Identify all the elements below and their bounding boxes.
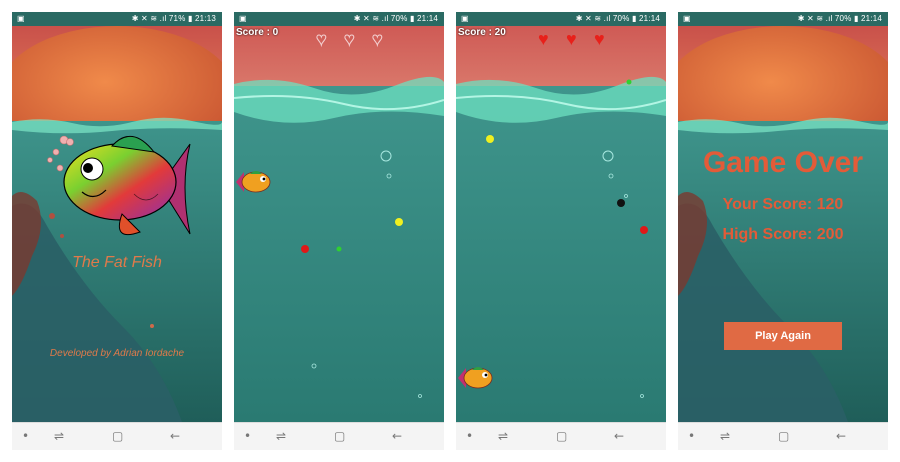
heart-outline-icon: ♥ bbox=[372, 29, 384, 49]
recent-apps-icon[interactable]: ⇌ bbox=[54, 429, 64, 443]
notification-icon: ▣ bbox=[17, 14, 25, 23]
status-indicators: ✱ ✕ ≋ .ıl 70% ▮ 21:14 bbox=[797, 14, 882, 23]
notification-icon: ▣ bbox=[683, 14, 691, 23]
green-ball bbox=[626, 79, 632, 85]
back-icon[interactable]: ← bbox=[614, 429, 624, 443]
game-background bbox=[456, 26, 666, 422]
game-canvas[interactable]: Score : 0 ♥ ♥ ♥ bbox=[234, 26, 444, 422]
fat-fish-logo bbox=[47, 135, 191, 236]
game-over-title: Game Over bbox=[702, 146, 864, 179]
game-background bbox=[234, 26, 444, 422]
status-indicators: ✱ ✕ ≋ .ıl 70% ▮ 21:14 bbox=[353, 14, 438, 23]
recent-apps-icon[interactable]: ⇌ bbox=[720, 429, 730, 443]
heart-icon: ♥ bbox=[594, 29, 605, 49]
score-display: Score : 0 bbox=[236, 27, 279, 38]
home-icon[interactable]: ▢ bbox=[112, 429, 123, 443]
developer-credit: Developed by Adrian Iordache bbox=[49, 348, 185, 359]
red-ball bbox=[301, 245, 309, 253]
back-icon[interactable]: ← bbox=[392, 429, 402, 443]
score-display: Score : 20 bbox=[458, 27, 506, 38]
play-again-button[interactable]: Play Again bbox=[724, 322, 842, 350]
heart-icon: ♥ bbox=[538, 29, 549, 49]
heart-icon: ♥ bbox=[566, 29, 577, 49]
android-nav-bar: • ⇌ ▢ ← bbox=[456, 422, 666, 450]
heart-outline-icon: ♥ bbox=[344, 29, 356, 49]
status-bar: ▣ ✱ ✕ ≋ .ıl 71% ▮ 21:13 bbox=[12, 12, 222, 26]
nav-dot-icon[interactable]: • bbox=[688, 429, 695, 443]
game-over-background bbox=[678, 26, 888, 422]
android-nav-bar: • ⇌ ▢ ← bbox=[12, 422, 222, 450]
green-ball bbox=[336, 246, 342, 252]
status-bar: ▣ ✱ ✕ ≋ .ıl 70% ▮ 21:14 bbox=[234, 12, 444, 26]
home-icon[interactable]: ▢ bbox=[556, 429, 567, 443]
back-icon[interactable]: ← bbox=[836, 429, 846, 443]
gameplay-phone-start: ▣ ✱ ✕ ≋ .ıl 70% ▮ 21:14 Score: 0 ♥ ♥ ♥ … bbox=[234, 12, 444, 450]
notification-icon: ▣ bbox=[239, 14, 247, 23]
status-bar: ▣ ✱ ✕ ≋ .ıl 70% ▮ 21:14 bbox=[456, 12, 666, 26]
nav-dot-icon[interactable]: • bbox=[22, 429, 29, 443]
nav-dot-icon[interactable]: • bbox=[466, 429, 473, 443]
yellow-ball bbox=[486, 135, 494, 143]
game-over-phone: ▣ ✱ ✕ ≋ .ıl 70% ▮ 21:14 Game Over Your S… bbox=[678, 12, 888, 450]
recent-apps-icon[interactable]: ⇌ bbox=[276, 429, 286, 443]
your-score-text: Your Score: 120 bbox=[722, 196, 844, 213]
status-indicators: ✱ ✕ ≋ .ıl 70% ▮ 21:14 bbox=[575, 14, 660, 23]
status-bar: ▣ ✱ ✕ ≋ .ıl 70% ▮ 21:14 bbox=[678, 12, 888, 26]
recent-apps-icon[interactable]: ⇌ bbox=[498, 429, 508, 443]
home-icon[interactable]: ▢ bbox=[778, 429, 789, 443]
android-nav-bar: • ⇌ ▢ ← bbox=[234, 422, 444, 450]
android-nav-bar: • ⇌ ▢ ← bbox=[678, 422, 888, 450]
game-title: The Fat Fish bbox=[72, 254, 162, 271]
yellow-ball bbox=[395, 218, 403, 226]
red-ball bbox=[640, 226, 648, 234]
heart-outline-icon: ♥ bbox=[316, 29, 328, 49]
game-canvas[interactable]: Score : 20 ♥ ♥ ♥ bbox=[456, 26, 666, 422]
splash-screen: The Fat Fish Developed by Adrian Iordach… bbox=[12, 26, 222, 422]
back-icon[interactable]: ← bbox=[170, 429, 180, 443]
black-ball bbox=[617, 199, 625, 207]
nav-dot-icon[interactable]: • bbox=[244, 429, 251, 443]
splash-screen-phone: ▣ ✱ ✕ ≋ .ıl 71% ▮ 21:13 The Fat Fish Dev… bbox=[12, 12, 222, 450]
game-over-screen: Game Over Your Score: 120 High Score: 20… bbox=[678, 26, 888, 422]
home-icon[interactable]: ▢ bbox=[334, 429, 345, 443]
notification-icon: ▣ bbox=[461, 14, 469, 23]
high-score-text: High Score: 200 bbox=[722, 226, 844, 243]
gameplay-phone-scoring: ▣ ✱ ✕ ≋ .ıl 70% ▮ 21:14 Score: 20 ♥ ♥ ♥… bbox=[456, 12, 666, 450]
status-indicators: ✱ ✕ ≋ .ıl 71% ▮ 21:13 bbox=[131, 14, 216, 23]
